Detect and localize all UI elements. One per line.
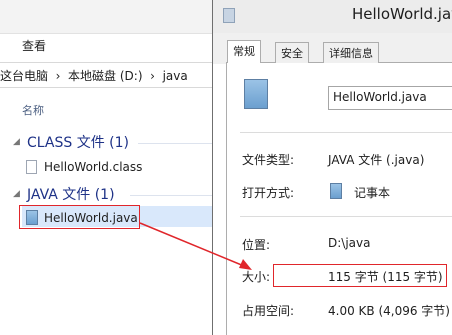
group-divider [138,143,212,144]
highlight-box [273,264,447,287]
group-header-class[interactable]: CLASS 文件 (1) [27,132,129,152]
size-on-disk-value: 4.00 KB (4,096 字节) [328,304,450,318]
file-name-field[interactable]: HelloWorld.java [328,86,452,110]
group-header-java[interactable]: JAVA 文件 (1) [27,184,115,204]
size-label: 大小: [242,270,271,284]
group-divider [130,195,212,196]
separator [240,132,452,133]
tab-general[interactable]: 常规 [227,40,261,63]
ribbon-bar [0,0,212,33]
ribbon-separator [0,33,212,34]
type-value: JAVA 文件 (.java) [328,153,425,167]
separator [240,216,452,217]
breadcrumb[interactable]: 这台电脑 › 本地磁盘 (D:) › java [0,67,188,84]
list-item[interactable]: HelloWorld.class [44,160,142,174]
opens-with-label: 打开方式: [242,186,295,200]
location-label: 位置: [242,238,271,252]
location-value[interactable]: D:\java [328,236,370,250]
chevron-down-icon[interactable]: ◢ [13,189,20,199]
notepad-icon [244,79,268,109]
tab-details[interactable]: 详细信息 [323,42,379,63]
notepad-icon [330,183,342,199]
column-header-name[interactable]: 名称 [22,102,44,118]
highlight-box [19,205,140,229]
tab-security[interactable]: 安全 [275,42,309,63]
type-label: 文件类型: [242,153,295,167]
java-file-icon [223,8,235,23]
size-on-disk-label: 占用空间: [242,304,295,318]
opens-with-value: 记事本 [354,186,391,200]
chevron-down-icon[interactable]: ◢ [13,137,20,147]
ribbon-tab-view[interactable]: 查看 [22,37,46,54]
window-title: HelloWorld.java [352,5,452,23]
file-icon [26,160,37,174]
